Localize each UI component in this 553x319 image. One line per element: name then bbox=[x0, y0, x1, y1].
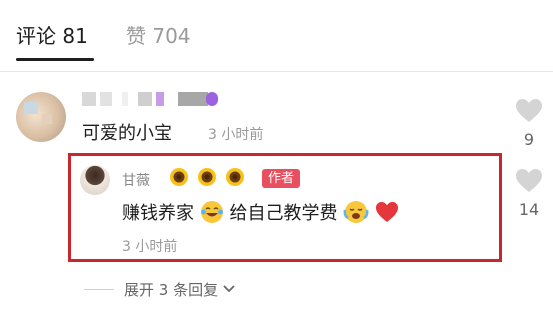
tab-bar: 评论 81 赞 704 bbox=[0, 0, 553, 70]
sunflower-icon bbox=[170, 168, 188, 186]
heart-outline-icon bbox=[516, 99, 542, 122]
tab-comments[interactable]: 评论 81 bbox=[16, 20, 88, 49]
author-badge: 作者 bbox=[262, 169, 301, 188]
heart-outline-icon bbox=[516, 169, 542, 192]
comment-like-button[interactable]: 9 bbox=[514, 98, 544, 149]
username-blurred[interactable] bbox=[82, 92, 218, 106]
sunflower-icon bbox=[198, 168, 216, 186]
comment-like-count: 9 bbox=[523, 130, 535, 149]
crying-icon bbox=[343, 201, 369, 223]
name-emojis bbox=[168, 166, 252, 190]
divider bbox=[0, 71, 553, 72]
reply-text: 赚钱养家 给自己教学费 bbox=[122, 199, 399, 225]
reply-text-part2: 给自己教学费 bbox=[229, 203, 338, 224]
expand-divider bbox=[84, 288, 114, 290]
laughing-tears-icon bbox=[200, 201, 223, 223]
comment-time: 3 小时前 bbox=[208, 127, 264, 143]
author-avatar[interactable] bbox=[80, 165, 110, 195]
chevron-down-icon bbox=[223, 285, 235, 293]
red-heart-icon bbox=[375, 202, 398, 222]
active-tab-indicator bbox=[16, 58, 94, 61]
reply-time: 3 小时前 bbox=[122, 239, 178, 255]
reply-like-count: 14 bbox=[518, 200, 540, 219]
reply-text-part1: 赚钱养家 bbox=[122, 203, 194, 224]
avatar[interactable] bbox=[16, 92, 66, 142]
comment-text: 可爱的小宝 bbox=[82, 123, 172, 144]
sunflower-icon bbox=[226, 168, 244, 186]
author-name[interactable]: 甘薇 bbox=[122, 170, 150, 190]
expand-replies-button[interactable]: 展开 3 条回复 bbox=[84, 278, 236, 300]
tab-likes[interactable]: 赞 704 bbox=[126, 20, 191, 49]
expand-replies-label: 展开 3 条回复 bbox=[124, 280, 219, 299]
reply-like-button[interactable]: 14 bbox=[514, 168, 544, 219]
